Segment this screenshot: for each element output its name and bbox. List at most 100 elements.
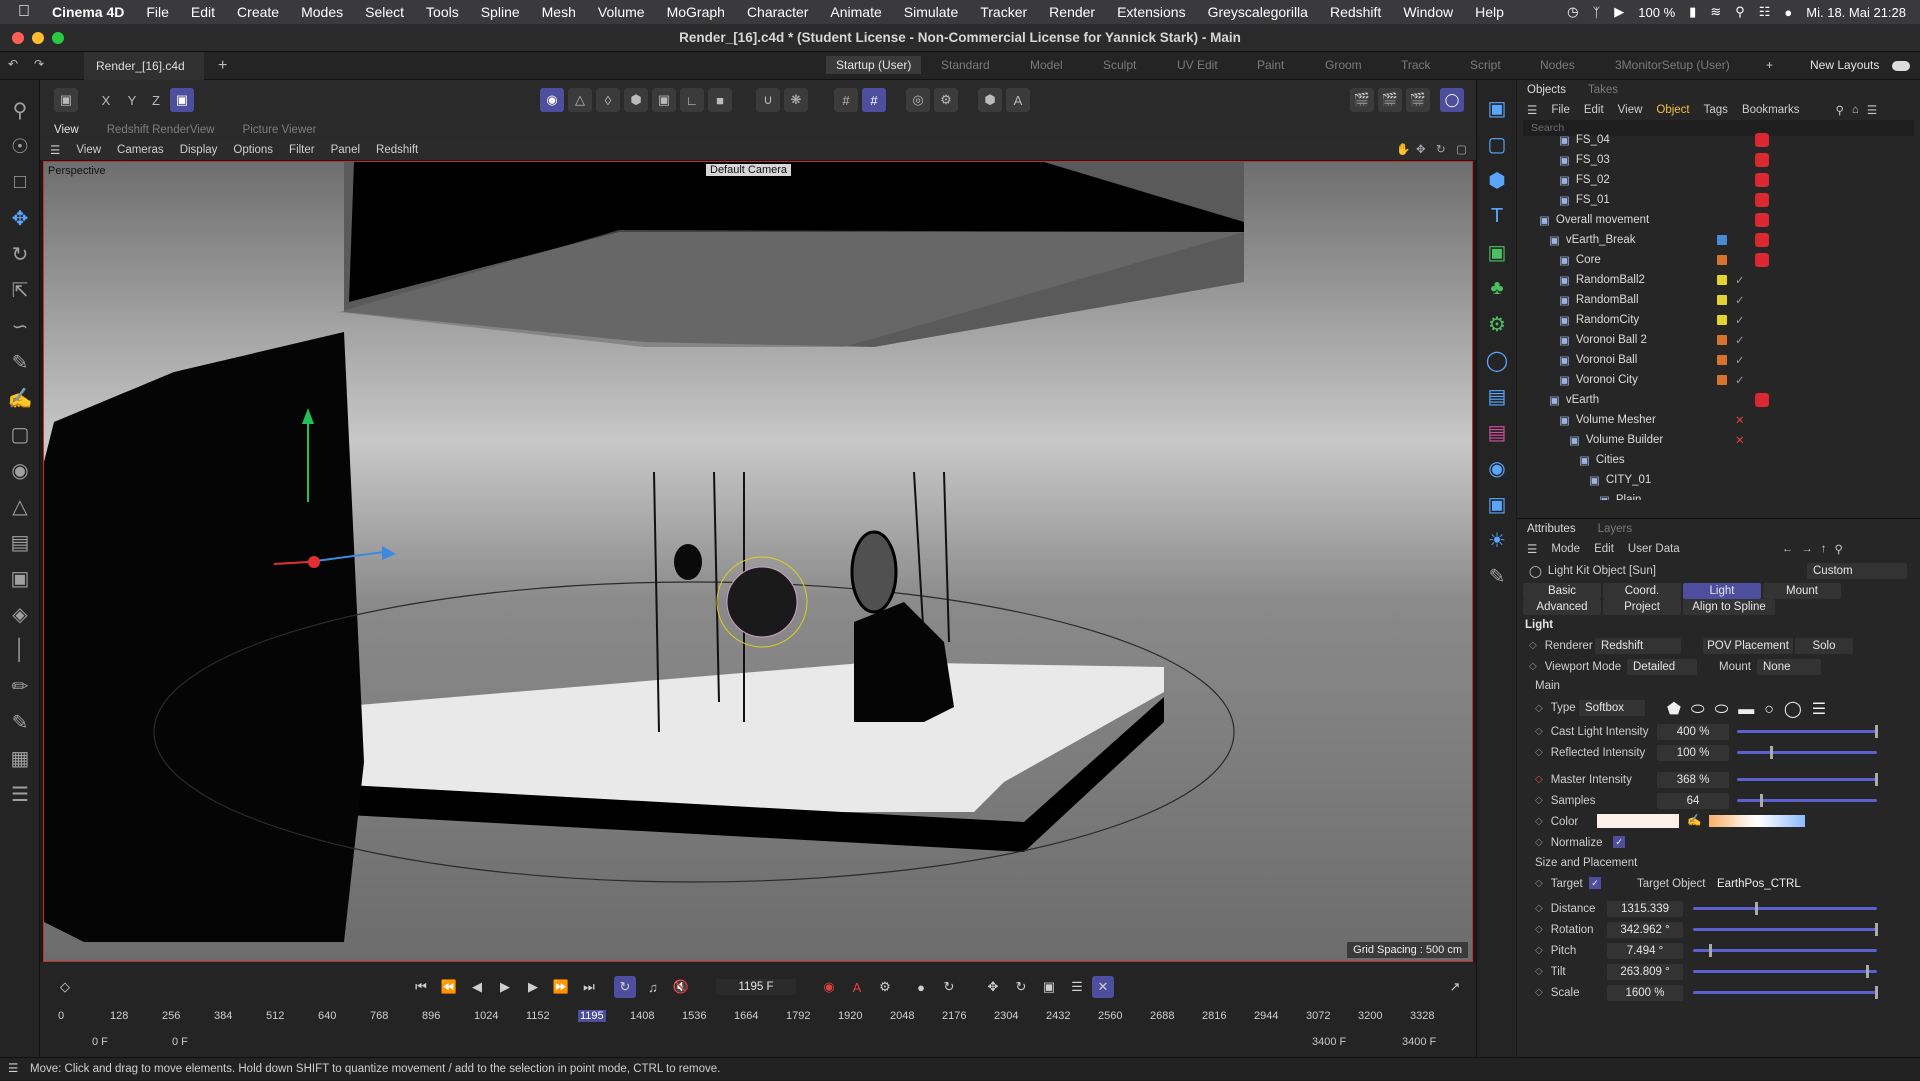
edit-render-settings-icon[interactable]: 🎬: [1406, 88, 1430, 112]
viewport-menu-panel[interactable]: Panel: [323, 144, 368, 156]
tag-icon[interactable]: [1755, 393, 1769, 407]
subtab-basic[interactable]: Basic: [1523, 583, 1601, 599]
slider-knob[interactable]: [1770, 746, 1773, 759]
fcurve-icon[interactable]: ↗: [1444, 976, 1466, 998]
polygon-mode-icon[interactable]: ▢: [0, 416, 40, 452]
distance-slider[interactable]: [1693, 902, 1877, 915]
sketch-tool-icon[interactable]: ∽: [0, 308, 40, 344]
menu-mesh[interactable]: Mesh: [531, 4, 587, 20]
checkmark-icon[interactable]: ✓: [1735, 293, 1745, 307]
scale-tool-icon[interactable]: ⇱: [0, 272, 40, 308]
slider-knob[interactable]: [1709, 944, 1713, 957]
tag-icon[interactable]: [1755, 213, 1769, 227]
search-icon[interactable]: ⚲: [1735, 4, 1745, 20]
timeline-end-field-2[interactable]: 3400 F: [1402, 1036, 1436, 1048]
dopesheet-icon[interactable]: ✕: [1092, 976, 1114, 998]
redo-icon[interactable]: ↷: [34, 57, 44, 71]
object-row[interactable]: ▣ RandomCity ✓: [1517, 310, 1920, 330]
objects-hamburger-icon[interactable]: ☰: [1527, 103, 1537, 117]
layer-color-swatch[interactable]: [1717, 255, 1727, 265]
live-selection-icon[interactable]: ☉: [0, 128, 40, 164]
object-row[interactable]: ▣ Cities: [1517, 450, 1920, 470]
menu-tracker[interactable]: Tracker: [969, 4, 1038, 20]
point-mode-icon[interactable]: △: [568, 88, 592, 112]
viewport-menu-filter[interactable]: Filter: [281, 144, 323, 156]
cube-object-icon[interactable]: ▣: [1477, 90, 1517, 126]
menu-simulate[interactable]: Simulate: [893, 4, 969, 20]
control-center-icon[interactable]: ☷: [1759, 4, 1771, 20]
checkmark-icon[interactable]: ✓: [1735, 313, 1745, 327]
document-tab[interactable]: Render_[16].c4d * ×: [84, 51, 204, 101]
object-row[interactable]: ▣ Core: [1517, 250, 1920, 270]
coordinate-system-icon[interactable]: ▣: [170, 88, 194, 112]
objects-menu-view[interactable]: View: [1618, 104, 1643, 116]
key-rotation-icon[interactable]: ↻: [938, 976, 960, 998]
object-row[interactable]: ▣ Overall movement: [1517, 210, 1920, 230]
shape-presets[interactable]: ⬟⬭⬭▬○◯☰: [1667, 699, 1836, 719]
close-window-button[interactable]: [12, 32, 24, 44]
render-picture-icon[interactable]: 🎬: [1378, 88, 1402, 112]
viewport-menu-cameras[interactable]: Cameras: [109, 144, 172, 156]
tag-icon[interactable]: [1755, 133, 1769, 147]
reflected-field[interactable]: 100 %: [1657, 744, 1729, 761]
field-icon[interactable]: ◯: [1477, 342, 1517, 378]
rotate-view-icon[interactable]: ↻: [1436, 142, 1446, 156]
search-commands-icon[interactable]: ⚲: [0, 92, 40, 128]
slider-knob[interactable]: [1875, 986, 1878, 999]
play-circle-icon[interactable]: ▶: [1614, 4, 1624, 20]
layout-script[interactable]: Script: [1470, 58, 1501, 72]
objects-menu-object[interactable]: Object: [1656, 104, 1689, 116]
menu-redshift[interactable]: Redshift: [1319, 4, 1392, 20]
color-swatch[interactable]: [1597, 814, 1679, 828]
checkmark-icon[interactable]: ✓: [1735, 333, 1745, 347]
subtab-advanced[interactable]: Advanced: [1523, 599, 1601, 615]
camera-label[interactable]: Default Camera: [706, 164, 792, 176]
object-row[interactable]: ▣ FS_02: [1517, 170, 1920, 190]
slider-knob[interactable]: [1755, 902, 1759, 915]
cloner-icon[interactable]: ♣: [1477, 270, 1517, 306]
object-row[interactable]: ▣ FS_01: [1517, 190, 1920, 210]
move-tool-icon[interactable]: ✥: [0, 200, 40, 236]
checkmark-icon[interactable]: ✓: [1735, 373, 1745, 387]
texture-mode-icon[interactable]: ◉: [0, 452, 40, 488]
keyframe-icon-red[interactable]: ◇: [1535, 774, 1543, 785]
eyedropper-icon[interactable]: ✍: [1687, 813, 1701, 827]
slider-knob[interactable]: [1875, 725, 1878, 738]
master-slider[interactable]: [1737, 773, 1878, 786]
new-layouts-label[interactable]: New Layouts: [1810, 58, 1879, 72]
layer-color-swatch[interactable]: [1717, 355, 1727, 365]
key-param-icon[interactable]: ↻: [1010, 976, 1032, 998]
reflected-slider[interactable]: [1737, 746, 1877, 759]
cast-field[interactable]: 400 %: [1657, 723, 1729, 740]
objects-menu-bookmarks[interactable]: Bookmarks: [1742, 104, 1800, 116]
next-frame-icon[interactable]: ▶: [522, 976, 544, 998]
paint-icon[interactable]: ✏: [0, 668, 40, 704]
add-layout-icon[interactable]: +: [1766, 58, 1773, 72]
autokey-icon[interactable]: A: [846, 976, 868, 998]
apple-icon[interactable]: : [0, 3, 41, 21]
disabled-x-icon[interactable]: ✕: [1735, 433, 1745, 447]
solo-mode-icon[interactable]: ■: [708, 88, 732, 112]
model-mode-icon[interactable]: ◉: [540, 88, 564, 112]
tag-icon[interactable]: [1755, 253, 1769, 267]
axis-x-button[interactable]: X: [94, 88, 118, 112]
object-row[interactable]: ▣ Voronoi Ball 2 ✓: [1517, 330, 1920, 350]
keyframe-icon[interactable]: ◇: [1535, 703, 1543, 714]
spline-icon[interactable]: ▢: [1477, 126, 1517, 162]
objects-menu-file[interactable]: File: [1551, 104, 1570, 116]
keyframe-icon[interactable]: ◇: [1535, 878, 1543, 889]
layout-paint[interactable]: Paint: [1257, 58, 1284, 72]
menu-mograph[interactable]: MoGraph: [656, 4, 736, 20]
objects-search-icon[interactable]: ⚲: [1835, 103, 1843, 117]
new-tab-icon[interactable]: +: [218, 57, 227, 75]
layout-model[interactable]: Model: [1030, 58, 1063, 72]
primitive-icon[interactable]: ⬢: [1477, 162, 1517, 198]
layout-nodes[interactable]: Nodes: [1540, 58, 1575, 72]
cast-slider[interactable]: [1737, 725, 1878, 738]
samples-slider[interactable]: [1737, 794, 1877, 807]
filter-icon[interactable]: ☰: [1867, 103, 1877, 117]
layer-color-swatch[interactable]: [1717, 315, 1727, 325]
pitch-field[interactable]: 7.494 °: [1607, 942, 1683, 959]
undo-view-icon[interactable]: ▣: [54, 88, 78, 112]
goto-start-icon[interactable]: ⏮: [410, 976, 432, 998]
